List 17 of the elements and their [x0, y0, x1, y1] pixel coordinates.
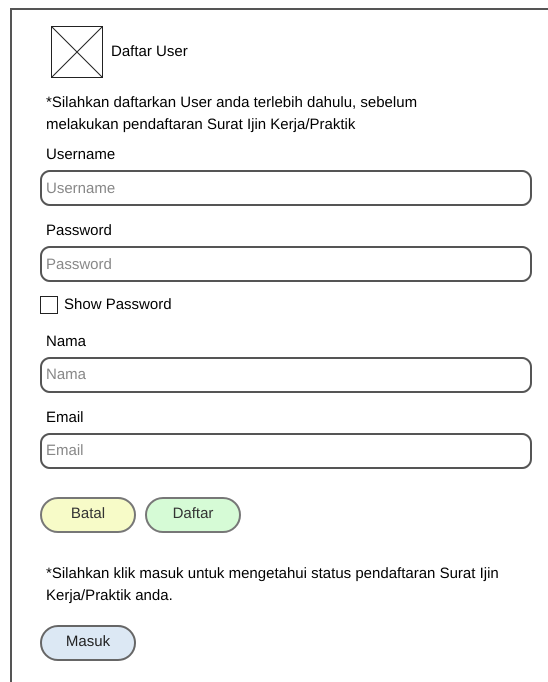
- field-label: Password: [46, 221, 113, 241]
- input-field[interactable]: Nama: [40, 356, 532, 392]
- checkbox-label: Show Password: [64, 295, 172, 315]
- submit-button[interactable]: Daftar: [145, 496, 241, 532]
- field-label: Username: [46, 145, 116, 165]
- image-placeholder-icon: [51, 26, 103, 78]
- field-label: Email: [46, 408, 85, 428]
- info-text: *Silahkan klik masuk untuk mengetahui status pendaftaran Surat Ijin Kerja/Praktik anda.: [46, 564, 500, 606]
- page-title: Daftar User: [111, 42, 188, 62]
- field-label: Nama: [46, 332, 88, 352]
- checkbox[interactable]: [40, 296, 58, 314]
- input-field[interactable]: Username: [40, 170, 532, 206]
- login-button[interactable]: Masuk: [40, 624, 136, 660]
- cancel-button[interactable]: Batal: [40, 496, 136, 532]
- input-field[interactable]: Email: [40, 432, 532, 468]
- instruction-text: *Silahkan daftarkan User anda terlebih dahulu, sebelum melakukan pendaftaran Surat Ijin Kerja/Praktik: [46, 93, 418, 135]
- input-field[interactable]: Password: [40, 246, 532, 282]
